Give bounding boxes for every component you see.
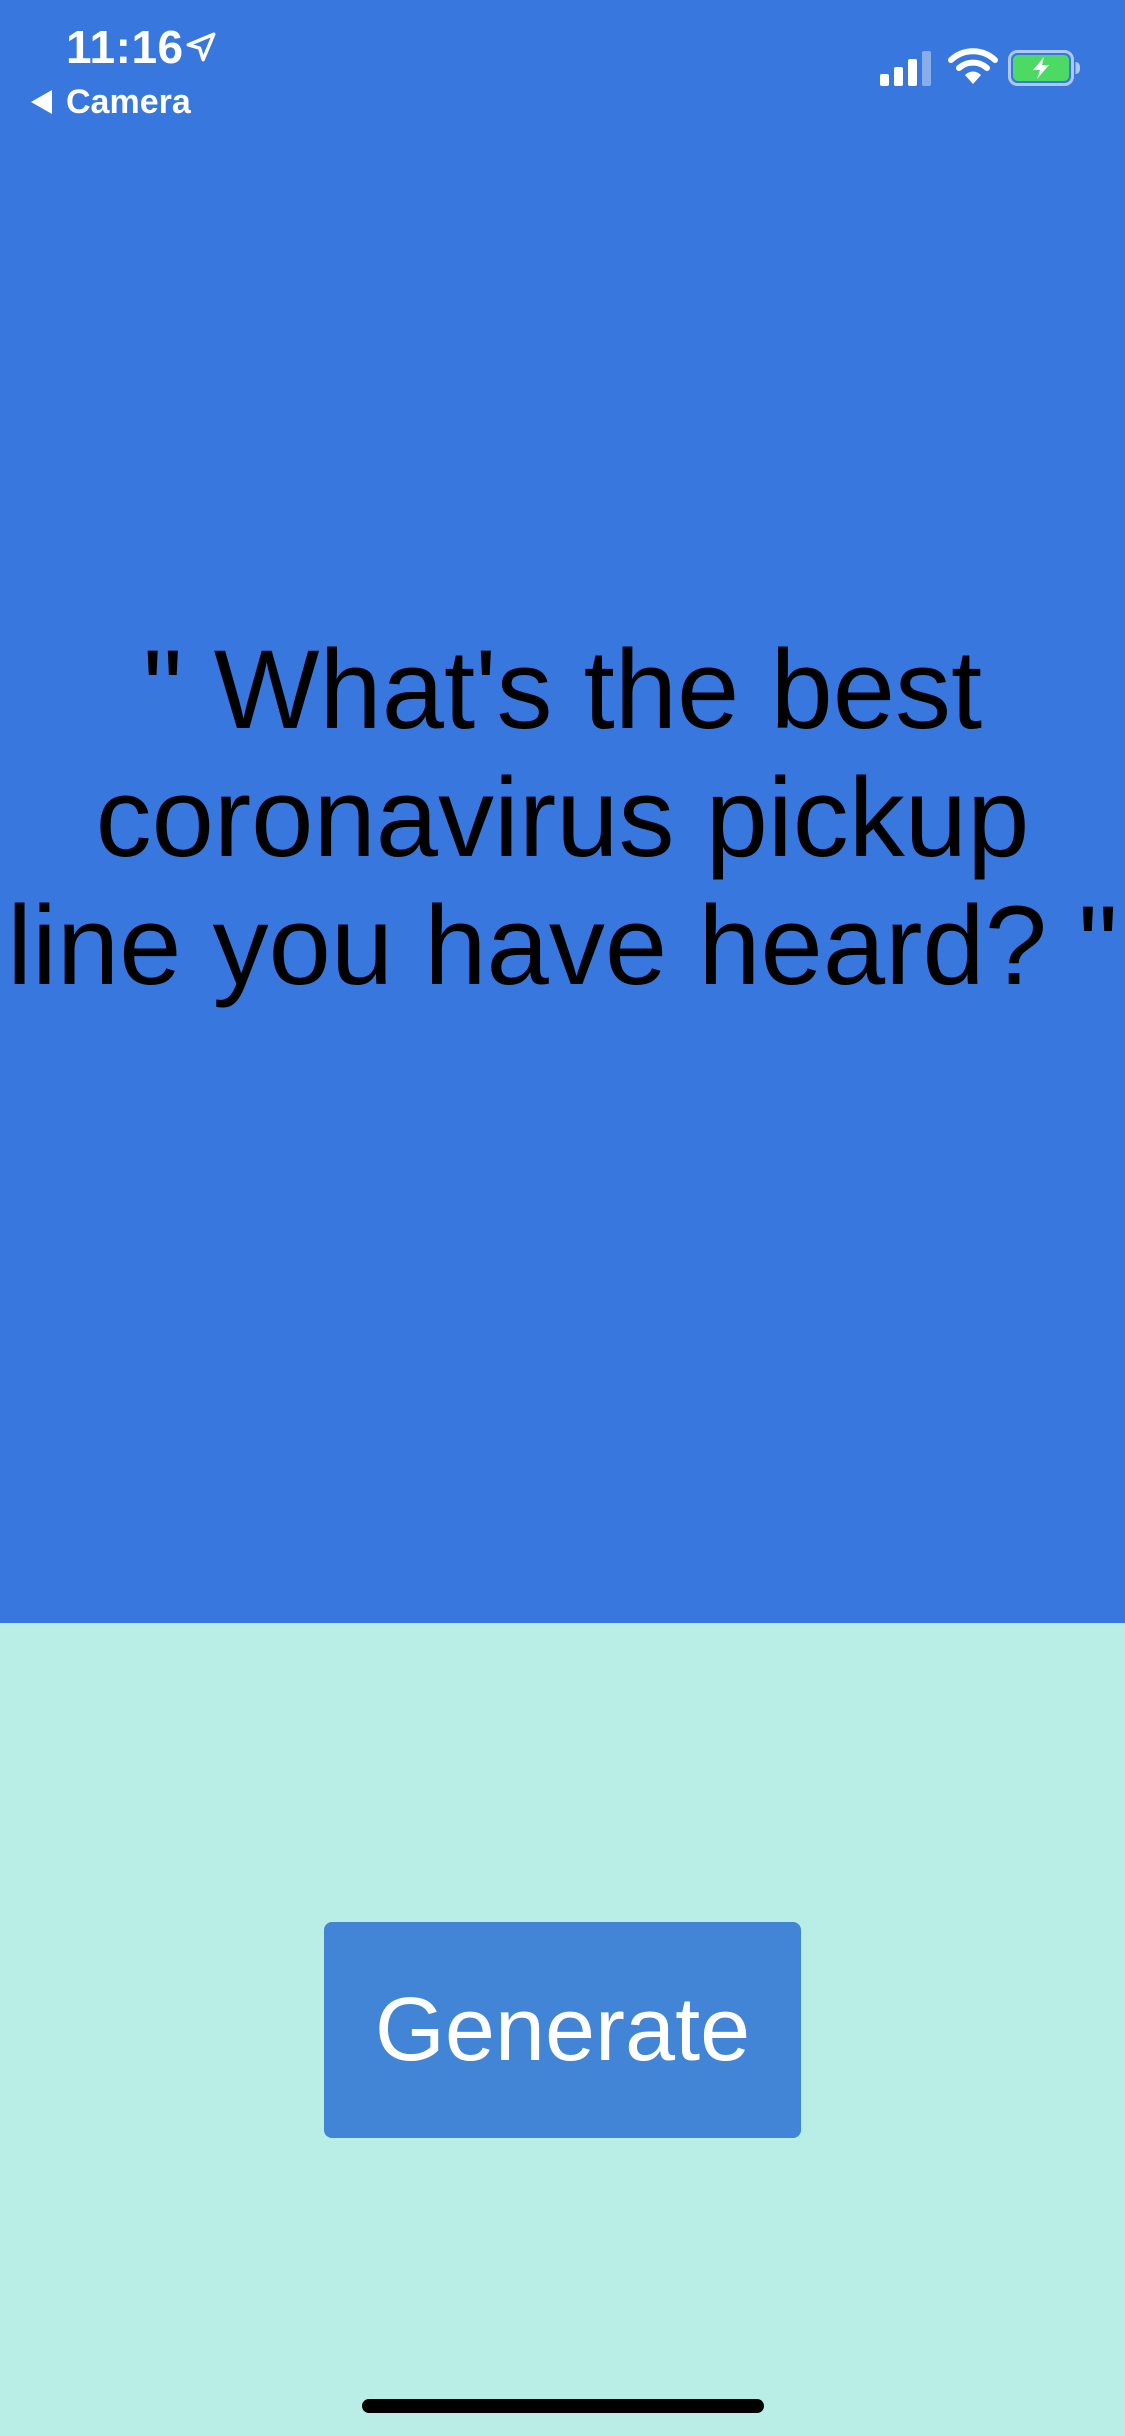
home-indicator[interactable] bbox=[362, 2399, 764, 2413]
back-to-camera-link[interactable]: Camera bbox=[66, 80, 191, 124]
battery-charging-icon bbox=[1008, 50, 1080, 86]
generate-button[interactable]: Generate bbox=[324, 1922, 801, 2138]
signal-icon bbox=[880, 51, 931, 86]
location-arrow-icon bbox=[186, 32, 216, 62]
quote-text: " What's the best coronavirus pickup lin… bbox=[7, 627, 1118, 1008]
status-time: 11:16 bbox=[66, 21, 184, 73]
wifi-icon bbox=[948, 48, 998, 84]
back-arrow-icon[interactable] bbox=[30, 89, 54, 115]
